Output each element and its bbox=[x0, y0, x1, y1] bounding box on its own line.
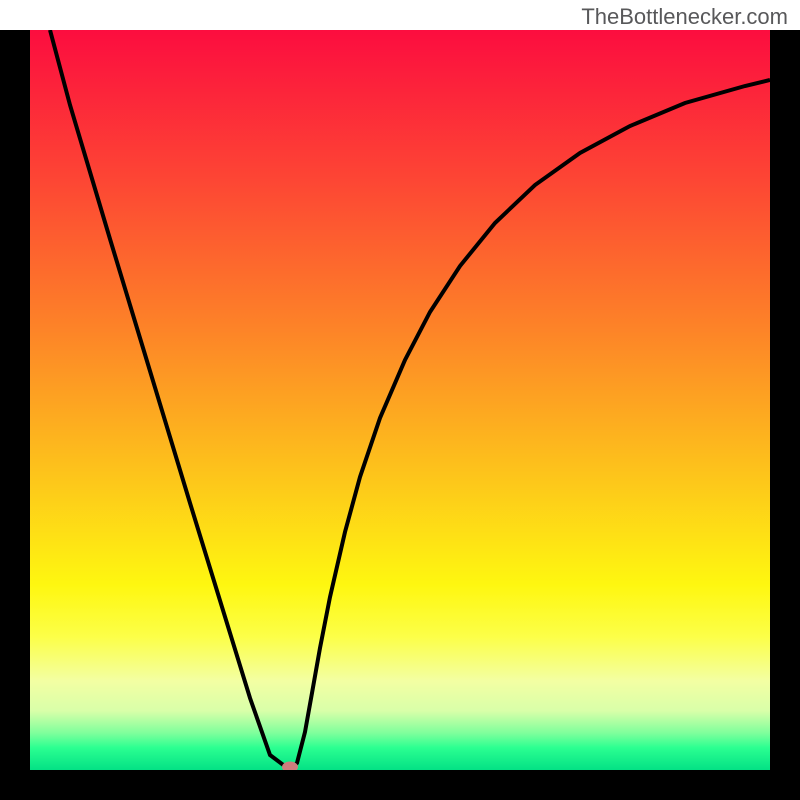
plot-interior bbox=[30, 30, 770, 770]
watermark-text: TheBottlenecker.com bbox=[581, 4, 788, 30]
minimum-marker bbox=[282, 762, 298, 771]
plot-frame bbox=[0, 30, 800, 800]
gradient-bg bbox=[30, 30, 770, 770]
chart-svg bbox=[30, 30, 770, 770]
